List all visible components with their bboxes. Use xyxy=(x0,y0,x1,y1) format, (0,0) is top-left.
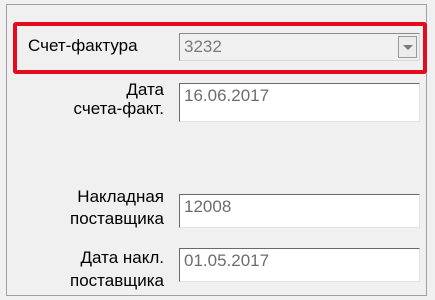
invoice-dropdown-button[interactable] xyxy=(398,36,417,58)
invoice-date-label-line2: счета-факт. xyxy=(73,99,164,118)
supplier-waybill-date-label-line2: поставщика xyxy=(70,271,164,290)
chevron-down-icon xyxy=(403,45,413,50)
invoice-select[interactable]: 3232 xyxy=(179,33,420,61)
supplier-waybill-field[interactable]: 12008 xyxy=(179,194,420,228)
supplier-waybill-date-label-line1: Дата накл. xyxy=(80,248,164,267)
supplier-waybill-date-field[interactable]: 01.05.2017 xyxy=(179,248,420,282)
supplier-waybill-label-line1: Накладная xyxy=(77,187,164,206)
invoice-label: Счет-фактура xyxy=(28,36,138,55)
invoice-select-value: 3232 xyxy=(184,37,222,56)
invoice-date-field[interactable]: 16.06.2017 xyxy=(179,83,420,122)
supplier-waybill-label-line2: поставщика xyxy=(70,209,164,228)
invoice-date-label-line1: Дата xyxy=(126,80,164,99)
